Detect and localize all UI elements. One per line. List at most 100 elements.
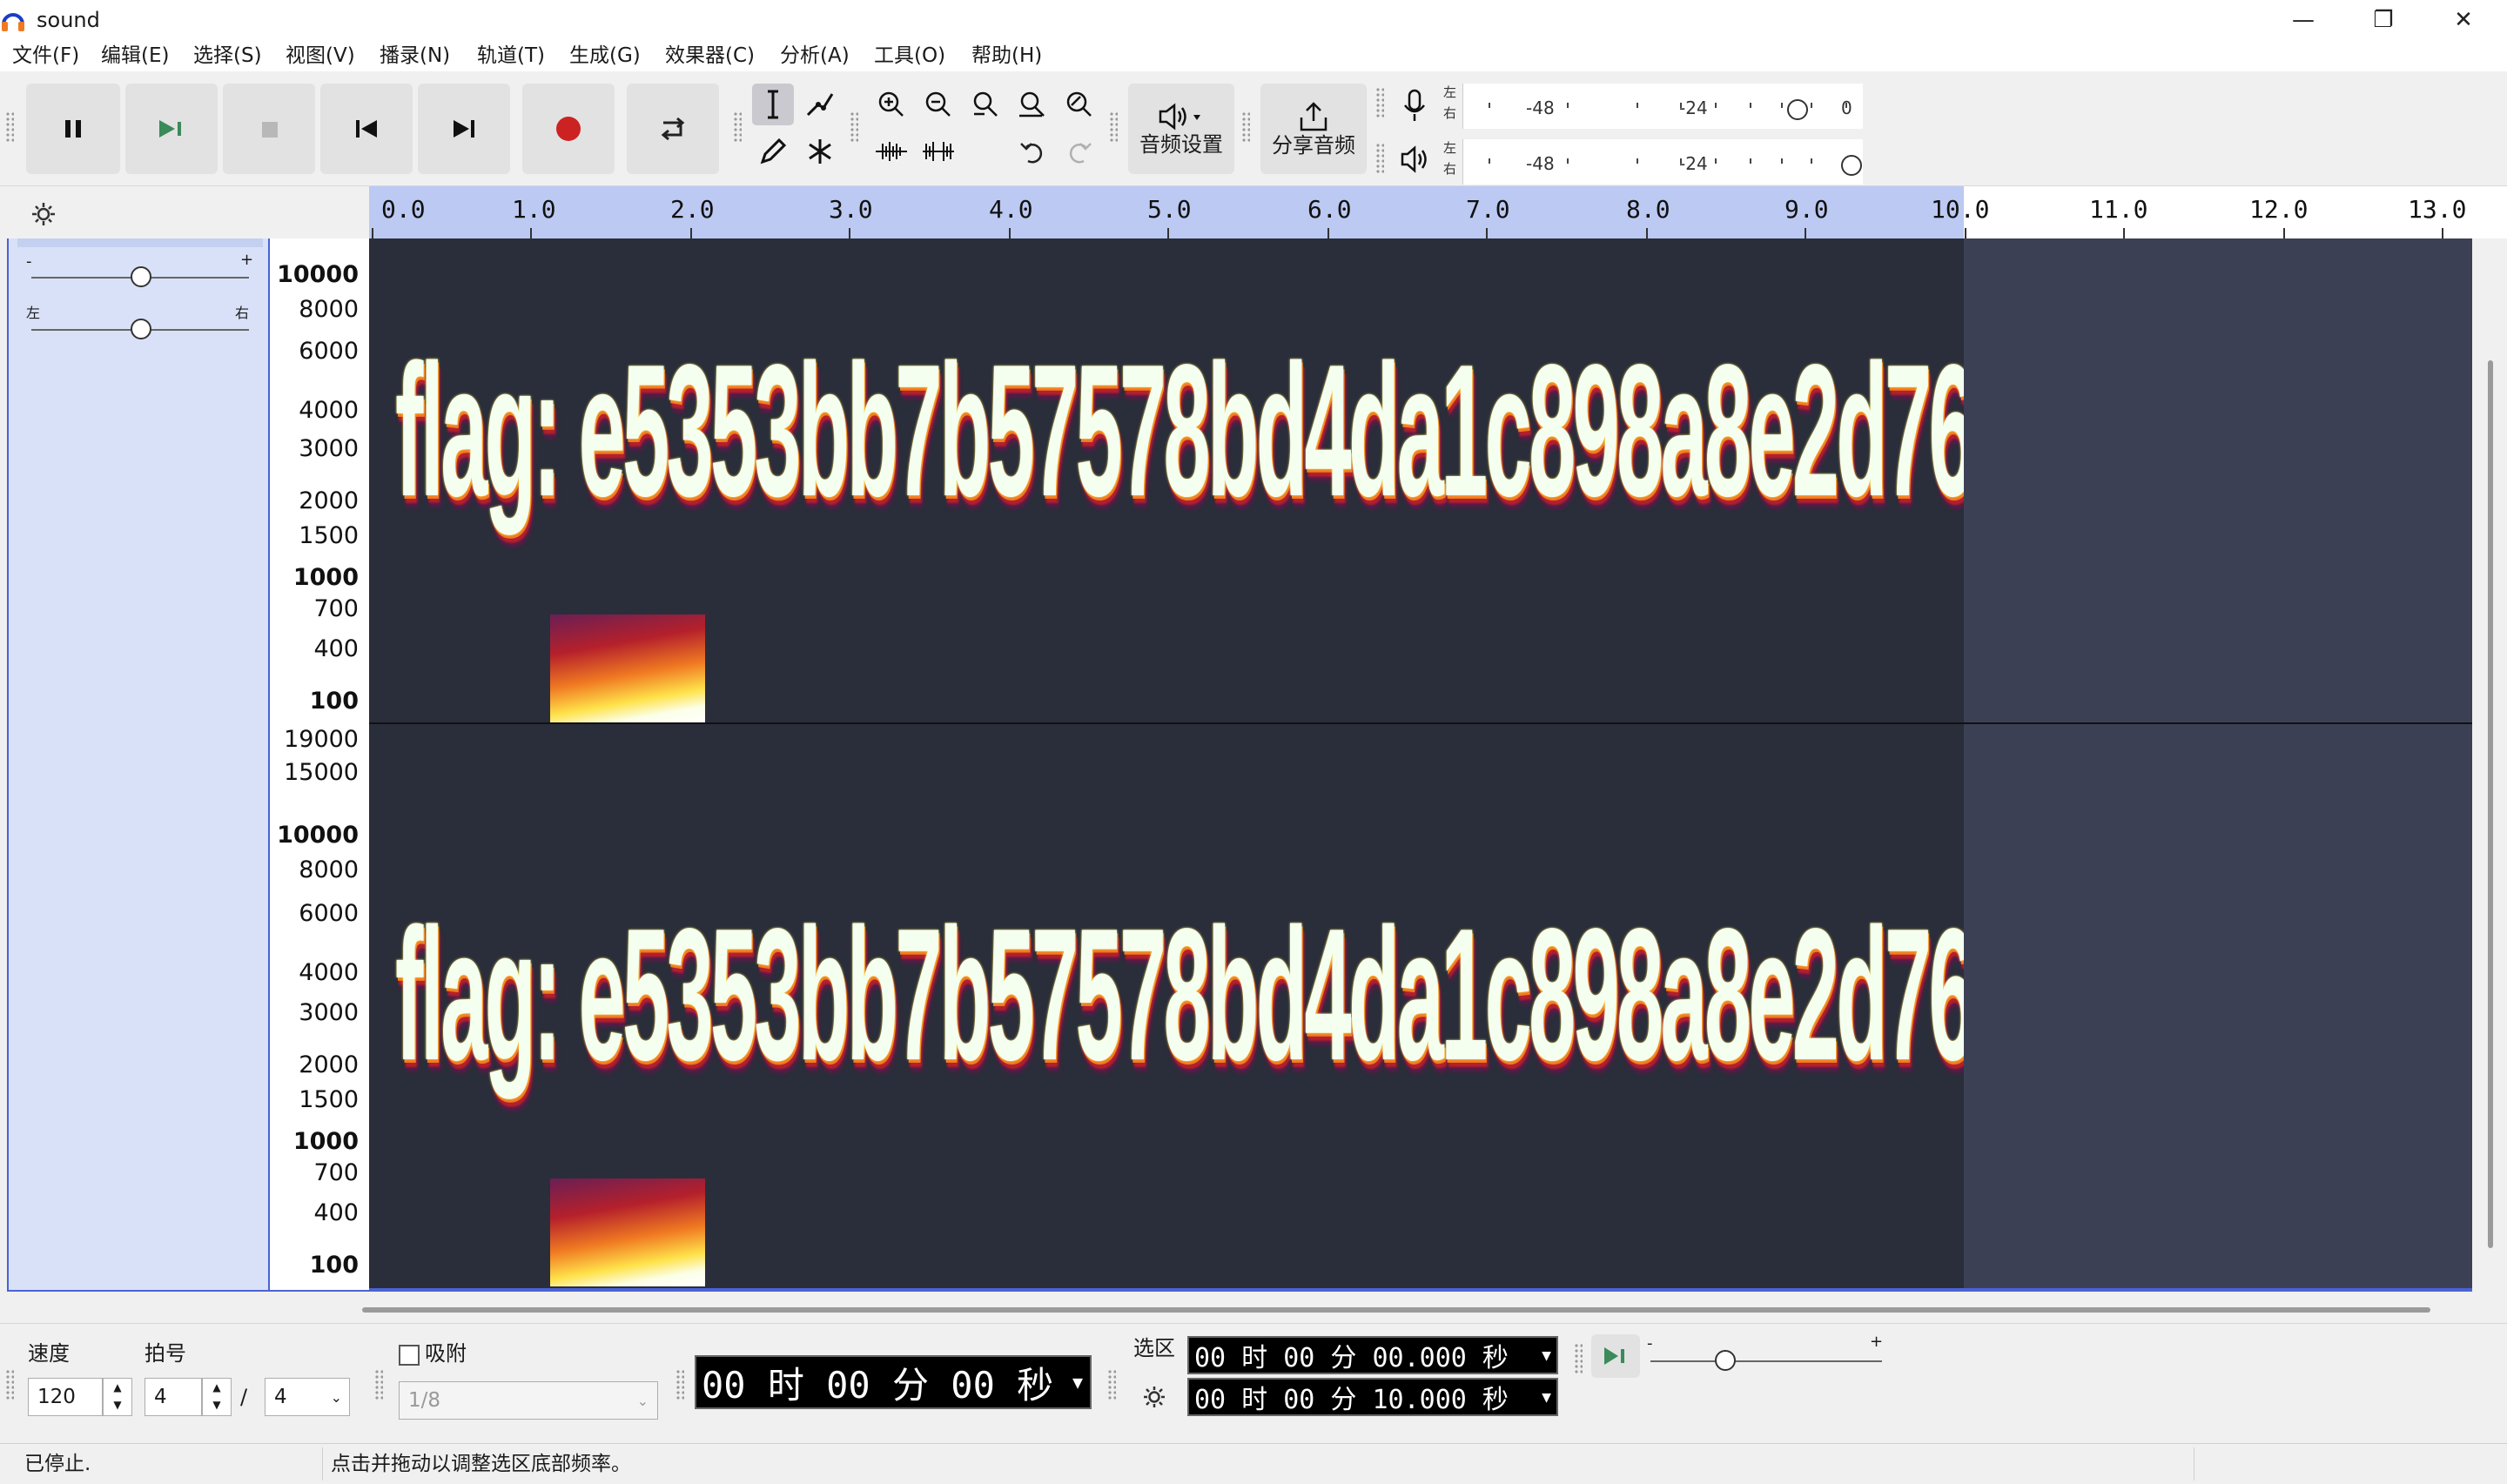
play-level-slider[interactable] [1841, 155, 1862, 176]
menu-effect[interactable]: 效果器(C) [665, 44, 755, 68]
audio-setup-button[interactable]: 音频设置 [1128, 84, 1234, 174]
scale-label: 3000 [299, 435, 359, 462]
time-signature-numerator[interactable]: 4 [145, 1378, 202, 1416]
menu-view[interactable]: 视图(V) [286, 44, 355, 68]
tempo-spinner[interactable]: ▲ ▼ [103, 1378, 132, 1416]
selection-tool-button[interactable] [752, 84, 794, 125]
menu-tracks[interactable]: 轨道(T) [477, 44, 545, 68]
menu-edit[interactable]: 编辑(E) [101, 44, 169, 68]
snap-checkbox[interactable] [399, 1345, 420, 1366]
play-at-speed-button[interactable] [1591, 1334, 1640, 1378]
silence-audio-button[interactable] [917, 131, 959, 172]
record-meter-scale-24: -24 [1679, 97, 1708, 118]
record-meter-button[interactable] [1393, 84, 1436, 127]
zoom-toggle-button[interactable] [1059, 84, 1100, 125]
skip-to-end-button[interactable] [418, 84, 510, 174]
play-meter-scale-24: -24 [1679, 153, 1708, 174]
record-button[interactable] [522, 84, 615, 174]
envelope-tool-button[interactable] [799, 84, 841, 125]
menu-select[interactable]: 选择(S) [193, 44, 262, 68]
record-meter[interactable]: -48 -24 0 [1462, 84, 1863, 129]
play-button[interactable] [125, 84, 218, 174]
minimize-button[interactable]: — [2263, 0, 2343, 40]
scale-label: 6000 [299, 338, 359, 365]
snap-grip[interactable] [374, 1369, 383, 1400]
menu-file[interactable]: 文件(F) [12, 44, 79, 68]
menu-help[interactable]: 帮助(H) [971, 44, 1042, 68]
skip-to-start-button[interactable] [320, 84, 413, 174]
snap-select[interactable]: 1/8 ⌄ [399, 1381, 658, 1420]
zoom-out-button[interactable] [917, 84, 959, 125]
scale-label: 10000 [277, 822, 359, 849]
share-audio-button[interactable]: 分享音频 [1260, 84, 1367, 174]
scale-label: 3000 [299, 999, 359, 1026]
timeline-options-button[interactable] [26, 197, 61, 232]
menu-generate[interactable]: 生成(G) [569, 44, 641, 68]
spectrogram-channel-left[interactable]: flag: e5353bb7b57578bd4da1c898a8e2d767 [369, 238, 1964, 722]
loop-button[interactable] [627, 84, 719, 174]
time-grip[interactable] [675, 1369, 684, 1400]
ruler-left-panel [0, 186, 369, 238]
time-signature-denominator[interactable]: 4 ⌄ [265, 1378, 350, 1416]
toolbar-grip[interactable] [5, 111, 14, 143]
caret-down-icon: ▼ [1542, 1346, 1551, 1365]
scale-label: 100 [309, 1252, 359, 1279]
tools-grip[interactable] [733, 111, 742, 143]
zoom-in-icon [878, 91, 904, 117]
trim-audio-button[interactable] [870, 131, 912, 172]
menu-tools[interactable]: 工具(O) [874, 44, 945, 68]
fit-selection-button[interactable] [964, 84, 1006, 125]
gain-plus-label: + [240, 251, 254, 269]
spectrogram-channel-right[interactable]: flag: e5353bb7b57578bd4da1c898a8e2d767 [369, 724, 1964, 1288]
edit-grip[interactable] [850, 111, 858, 143]
menu-transport[interactable]: 播录(N) [380, 44, 450, 68]
pan-slider-handle[interactable] [131, 319, 151, 339]
ruler-tick-label: 10.0 [1931, 195, 1990, 224]
silence-icon [923, 142, 954, 161]
stop-button[interactable] [223, 84, 315, 174]
time-signature-grip[interactable] [5, 1369, 14, 1400]
ruler-tick-label: 12.0 [2249, 195, 2309, 224]
ruler-labels: 0.0 1.0 2.0 3.0 4.0 5.0 6.0 7.0 8.0 9.0 … [369, 186, 2507, 238]
play-meter[interactable]: -48 -24 [1462, 139, 1863, 185]
pause-button[interactable] [26, 84, 120, 174]
selection-options-button[interactable] [1137, 1380, 1172, 1414]
track-control-panel[interactable]: - + 左 右 [7, 238, 270, 1292]
play-meter-left-label: 左 [1443, 140, 1457, 156]
track-name-strip[interactable] [17, 238, 263, 247]
selection-start-time[interactable]: 00 时 00 分 00.000 秒 ▼ [1187, 1336, 1558, 1374]
menu-analyze[interactable]: 分析(A) [780, 44, 850, 68]
horizontal-scrollbar[interactable] [362, 1307, 2430, 1313]
playback-state: 已停止. [24, 1453, 91, 1475]
gain-slider-handle[interactable] [131, 266, 151, 287]
speed-slider-track[interactable] [1650, 1360, 1882, 1362]
scale-label: 4000 [299, 959, 359, 986]
gear-icon [1144, 1387, 1165, 1407]
draw-tool-button[interactable] [752, 131, 794, 172]
audio-setup-grip[interactable] [1109, 111, 1118, 143]
fit-project-button[interactable] [1012, 84, 1053, 125]
undo-button[interactable] [1012, 131, 1053, 172]
redo-button[interactable] [1059, 131, 1100, 172]
restore-button[interactable]: ❐ [2343, 0, 2423, 40]
tempo-input[interactable]: 120 [28, 1378, 103, 1416]
play-meter-button[interactable] [1393, 138, 1436, 181]
vertical-scrollbar[interactable] [2488, 360, 2493, 1248]
time-display[interactable]: 00 时 00 分 00 秒 ▼ [695, 1355, 1092, 1409]
record-icon [556, 117, 581, 141]
play-meter-grip[interactable] [1375, 143, 1384, 174]
zoom-in-button[interactable] [870, 84, 912, 125]
numerator-spinner[interactable]: ▲ ▼ [202, 1378, 232, 1416]
multi-tool-button[interactable] [799, 131, 841, 172]
share-grip[interactable] [1241, 111, 1250, 143]
selection-grip[interactable] [1107, 1369, 1116, 1400]
caret-down-icon: ▼ [1072, 1372, 1083, 1393]
play-at-speed-grip[interactable] [1574, 1343, 1583, 1374]
record-meter-grip[interactable] [1375, 87, 1384, 118]
record-level-slider[interactable] [1787, 99, 1808, 120]
speed-slider-handle[interactable] [1715, 1350, 1736, 1371]
close-button[interactable]: ✕ [2423, 0, 2504, 40]
frequency-scale[interactable]: 10000 8000 6000 4000 3000 2000 1500 1000… [270, 238, 369, 1292]
spectrogram-unselected-region[interactable] [1964, 238, 2472, 1288]
selection-end-time[interactable]: 00 时 00 分 10.000 秒 ▼ [1187, 1378, 1558, 1416]
